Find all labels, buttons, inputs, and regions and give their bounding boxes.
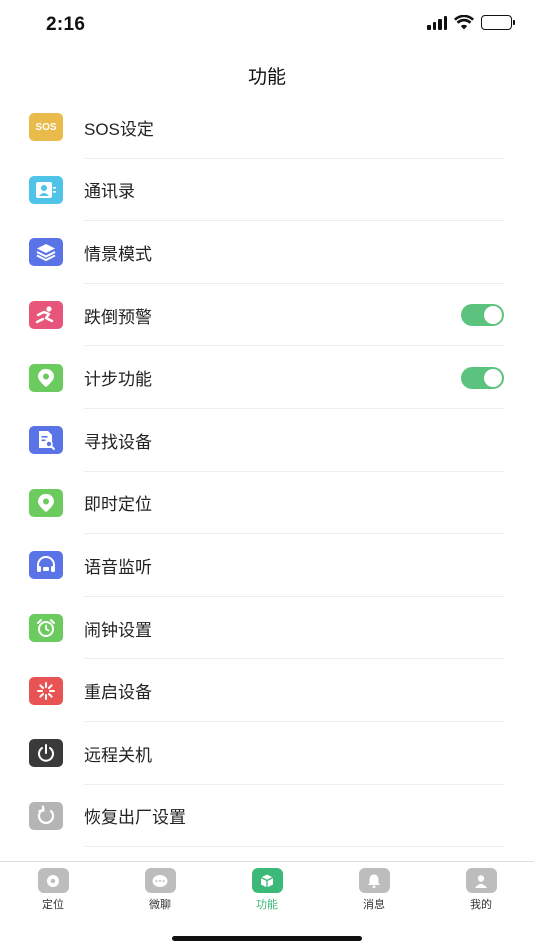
menu-item-label: 跌倒预警 <box>84 307 152 327</box>
wifi-icon <box>454 15 474 30</box>
menu-item-scene-mode[interactable]: 情景模式 <box>0 221 534 284</box>
status-bar: 2:16 <box>0 0 534 52</box>
menu-item-contacts[interactable]: 通讯录 <box>0 159 534 222</box>
home-indicator <box>172 936 362 941</box>
menu-item-find-device[interactable]: 寻找设备 <box>0 409 534 472</box>
tab-location[interactable]: 定位 <box>23 868 83 912</box>
tab-functions[interactable]: 功能 <box>237 868 297 912</box>
status-time: 2:16 <box>46 14 86 35</box>
sos-icon-text: SOS <box>35 121 57 133</box>
headset-icon <box>29 551 63 580</box>
factory-reset-icon <box>29 801 63 830</box>
menu-item-label: 计步功能 <box>84 370 152 390</box>
contacts-icon <box>29 175 63 204</box>
cellular-signal-icon <box>427 15 447 30</box>
profile-icon <box>465 868 497 893</box>
location-pin-icon <box>29 363 63 392</box>
fall-alert-toggle[interactable] <box>461 304 504 327</box>
tab-messages[interactable]: 消息 <box>344 868 404 912</box>
tab-profile[interactable]: 我的 <box>451 868 511 912</box>
status-icons <box>427 15 515 30</box>
menu-item-pedometer[interactable]: 计步功能 <box>0 346 534 409</box>
menu-item-label: 寻找设备 <box>84 432 152 452</box>
menu-item-label: 情景模式 <box>84 244 152 264</box>
sos-icon: SOS <box>29 113 63 142</box>
menu-item-instant-location[interactable]: 即时定位 <box>0 472 534 535</box>
location-pin-icon <box>29 488 63 517</box>
function-menu: SOS SOS设定 通讯录 情景模式 跌倒预警 计步功能 寻找设备 即时定位 语… <box>0 96 534 847</box>
menu-item-factory-reset[interactable]: 恢复出厂设置 <box>0 785 534 848</box>
power-icon <box>29 739 63 768</box>
restart-icon <box>29 676 63 705</box>
menu-item-label: SOS设定 <box>84 119 154 139</box>
menu-item-label: 恢复出厂设置 <box>84 808 186 828</box>
menu-item-restart-device[interactable]: 重启设备 <box>0 659 534 722</box>
menu-item-label: 闹钟设置 <box>84 620 152 640</box>
tab-label: 微聊 <box>149 899 171 911</box>
bell-icon <box>358 868 390 893</box>
tab-label: 功能 <box>256 899 278 911</box>
menu-item-label: 通讯录 <box>84 182 135 202</box>
menu-item-alarm-settings[interactable]: 闹钟设置 <box>0 597 534 660</box>
tab-label: 定位 <box>42 899 64 911</box>
tab-chat[interactable]: 微聊 <box>130 868 190 912</box>
alarm-clock-icon <box>29 614 63 643</box>
pedometer-toggle[interactable] <box>461 366 504 389</box>
menu-item-remote-shutdown[interactable]: 远程关机 <box>0 722 534 785</box>
menu-item-voice-monitor[interactable]: 语音监听 <box>0 534 534 597</box>
fall-alert-icon <box>29 301 63 330</box>
search-document-icon <box>29 426 63 455</box>
menu-item-label: 重启设备 <box>84 683 152 703</box>
tab-label: 我的 <box>470 899 492 911</box>
location-icon <box>37 868 69 893</box>
menu-item-label: 语音监听 <box>84 557 152 577</box>
layers-icon <box>29 238 63 267</box>
menu-item-sos-settings[interactable]: SOS SOS设定 <box>0 96 534 159</box>
menu-item-label: 即时定位 <box>84 495 152 515</box>
function-icon <box>251 868 283 893</box>
menu-item-fall-alert[interactable]: 跌倒预警 <box>0 284 534 347</box>
tab-label: 消息 <box>363 899 385 911</box>
chat-icon <box>144 868 176 893</box>
battery-icon <box>481 15 515 30</box>
menu-item-label: 远程关机 <box>84 745 152 765</box>
page-title: 功能 <box>247 67 286 88</box>
